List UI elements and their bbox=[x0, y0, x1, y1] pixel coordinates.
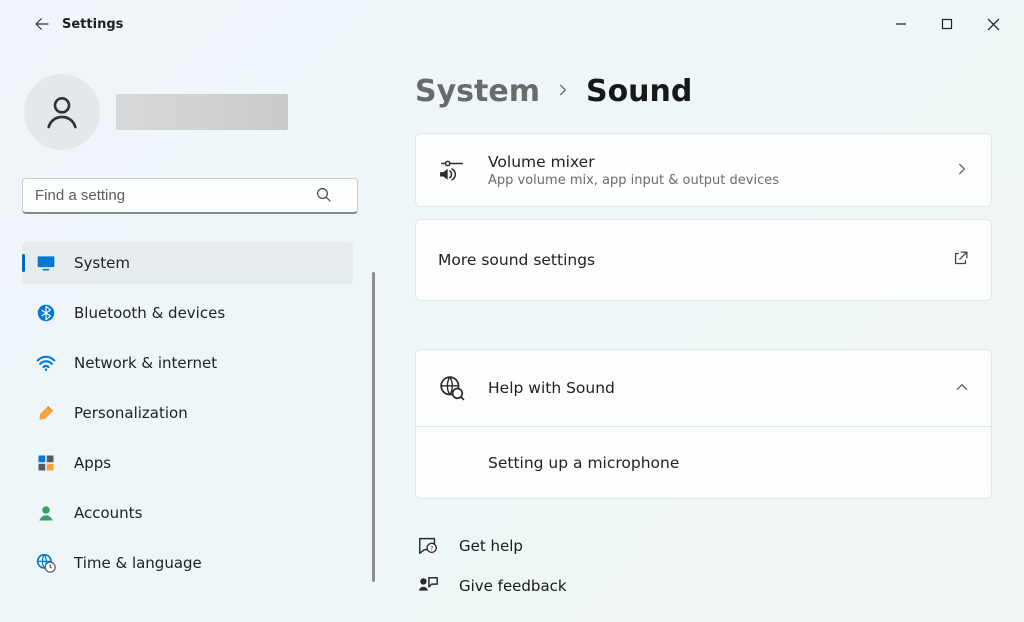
feedback-icon bbox=[415, 575, 441, 597]
sidebar-item-label: Accounts bbox=[74, 504, 142, 522]
give-feedback-link[interactable]: Give feedback bbox=[415, 575, 992, 597]
window-controls bbox=[878, 8, 1016, 40]
apps-icon bbox=[36, 453, 56, 473]
close-button[interactable] bbox=[970, 8, 1016, 40]
minimize-icon bbox=[895, 18, 907, 30]
chevron-up-icon bbox=[955, 379, 969, 398]
help-item-microphone[interactable]: Setting up a microphone bbox=[416, 426, 991, 498]
maximize-button[interactable] bbox=[924, 8, 970, 40]
back-button[interactable] bbox=[24, 6, 60, 42]
globe-search-icon bbox=[438, 375, 466, 401]
titlebar: Settings bbox=[0, 0, 1024, 48]
sidebar: System Bluetooth & devices Network & int… bbox=[0, 48, 375, 622]
person-dot-icon bbox=[36, 503, 56, 523]
app-title: Settings bbox=[62, 17, 123, 32]
page-title: Sound bbox=[586, 74, 692, 109]
main-content: System Sound Volume mixer App volume mix… bbox=[375, 48, 1024, 622]
help-header[interactable]: Help with Sound bbox=[416, 350, 991, 426]
account-name-placeholder bbox=[116, 94, 288, 130]
nav-list: System Bluetooth & devices Network & int… bbox=[18, 238, 369, 588]
search-container bbox=[22, 178, 357, 214]
card-title: Volume mixer bbox=[488, 153, 779, 171]
search-icon bbox=[315, 186, 333, 208]
maximize-icon bbox=[941, 18, 953, 30]
breadcrumb: System Sound bbox=[415, 74, 992, 109]
link-label: Get help bbox=[459, 537, 523, 555]
footer-links: ? Get help Give feedback bbox=[415, 535, 992, 597]
sidebar-item-personalization[interactable]: Personalization bbox=[22, 392, 353, 434]
setting-more-sound[interactable]: More sound settings bbox=[415, 219, 992, 301]
sidebar-item-time-language[interactable]: Time & language bbox=[22, 542, 353, 584]
card-subtitle: App volume mix, app input & output devic… bbox=[488, 173, 779, 188]
profile-block[interactable] bbox=[24, 74, 369, 150]
chevron-right-icon bbox=[556, 81, 570, 102]
sidebar-item-label: Bluetooth & devices bbox=[74, 304, 225, 322]
paintbrush-icon bbox=[36, 403, 56, 423]
sidebar-item-network[interactable]: Network & internet bbox=[22, 342, 353, 384]
search-input[interactable] bbox=[22, 178, 358, 214]
open-external-icon bbox=[952, 250, 969, 271]
sidebar-item-accounts[interactable]: Accounts bbox=[22, 492, 353, 534]
chevron-right-icon bbox=[955, 161, 969, 180]
bluetooth-icon bbox=[36, 303, 56, 323]
wifi-icon bbox=[36, 353, 56, 373]
sidebar-item-label: Personalization bbox=[74, 404, 188, 422]
link-label: Give feedback bbox=[459, 577, 567, 595]
close-icon bbox=[987, 18, 1000, 31]
sidebar-item-bluetooth[interactable]: Bluetooth & devices bbox=[22, 292, 353, 334]
get-help-link[interactable]: ? Get help bbox=[415, 535, 992, 557]
mixer-icon bbox=[438, 157, 466, 183]
avatar bbox=[24, 74, 100, 150]
help-item-label: Setting up a microphone bbox=[488, 454, 679, 472]
arrow-left-icon bbox=[33, 15, 51, 33]
monitor-icon bbox=[36, 253, 56, 273]
sidebar-item-label: Time & language bbox=[74, 554, 202, 572]
help-card: Help with Sound Setting up a microphone bbox=[415, 349, 992, 499]
sidebar-item-label: System bbox=[74, 254, 130, 272]
svg-text:?: ? bbox=[430, 545, 433, 553]
sidebar-item-apps[interactable]: Apps bbox=[22, 442, 353, 484]
globe-clock-icon bbox=[36, 553, 56, 573]
sidebar-scrollbar[interactable] bbox=[372, 272, 375, 582]
person-icon bbox=[42, 92, 82, 132]
setting-volume-mixer[interactable]: Volume mixer App volume mix, app input &… bbox=[415, 133, 992, 207]
breadcrumb-parent[interactable]: System bbox=[415, 74, 540, 109]
sidebar-item-label: Network & internet bbox=[74, 354, 217, 372]
minimize-button[interactable] bbox=[878, 8, 924, 40]
card-title: More sound settings bbox=[438, 251, 595, 269]
sidebar-item-system[interactable]: System bbox=[22, 242, 353, 284]
sidebar-item-label: Apps bbox=[74, 454, 111, 472]
help-title: Help with Sound bbox=[488, 379, 615, 397]
chat-help-icon: ? bbox=[415, 535, 441, 557]
